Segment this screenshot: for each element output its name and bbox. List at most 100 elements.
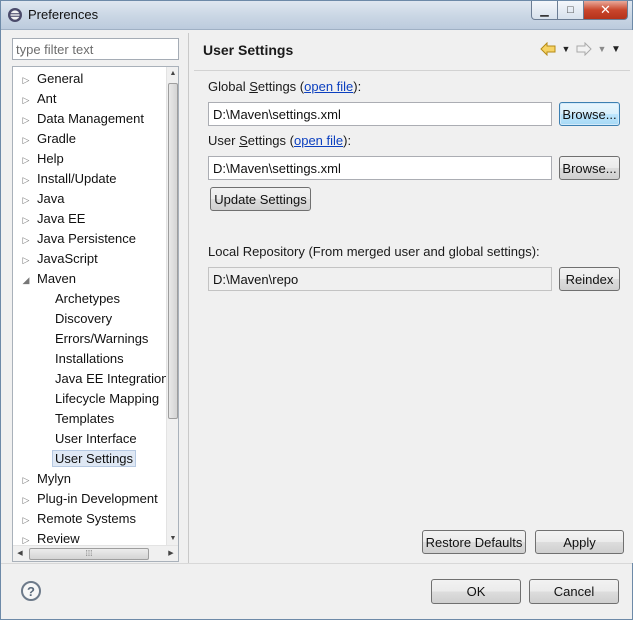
update-settings-button[interactable]: Update Settings [210,187,311,211]
cancel-button[interactable]: Cancel [529,579,619,604]
local-repository-input[interactable] [208,267,552,291]
maximize-button[interactable]: □ [558,1,584,20]
tree-item-label: Errors/Warnings [55,331,149,346]
page-title: User Settings [203,42,294,58]
global-settings-path-input[interactable] [208,102,552,126]
tree-item[interactable]: ▷ Mylyn [21,469,71,489]
scroll-down-icon[interactable]: ▼ [167,532,178,546]
user-browse-button[interactable]: Browse... [559,156,620,180]
apply-button[interactable]: Apply [535,530,624,554]
scroll-right-icon[interactable]: ▶ [164,546,178,561]
preferences-window: Preferences ▁ □ ✕ ▷ General ▷ Ant ▷ Data Mana… [0,0,633,620]
tree-item[interactable]: ▷ Help [21,149,64,169]
tree-item[interactable]: ▷ Remote Systems [21,509,136,529]
collapsed-chevron-icon[interactable]: ▷ [21,490,31,510]
forward-button[interactable] [573,40,595,58]
tree-child-item[interactable]: Installations [55,349,124,369]
ok-button[interactable]: OK [431,579,521,604]
tree-item[interactable]: ▷ JavaScript [21,249,98,269]
horizontal-scroll-thumb[interactable]: ⁞⁞⁞ [29,548,149,560]
back-menu-chevron-down-icon[interactable]: ▼ [561,40,571,58]
collapsed-chevron-icon[interactable]: ▷ [21,170,31,190]
tree-item-label: Java EE [37,211,86,226]
user-settings-path-input[interactable] [208,156,552,180]
tree-child-item[interactable]: Discovery [55,309,112,329]
tree-item[interactable]: ▷ Data Management [21,109,144,129]
tree-item[interactable]: ◢ Maven [21,269,77,290]
panel-divider[interactable] [188,33,189,563]
collapsed-chevron-icon[interactable]: ▷ [21,250,31,270]
expanded-chevron-icon[interactable]: ◢ [21,270,31,290]
tree-item-label: Discovery [55,311,113,326]
tree-child-item[interactable]: Lifecycle Mapping [55,389,159,409]
user-settings-label: User Settings (open file): [208,133,352,148]
restore-defaults-button[interactable]: Restore Defaults [422,530,526,554]
collapsed-chevron-icon[interactable]: ▷ [21,210,31,230]
tree-child-item[interactable]: Templates [55,409,114,429]
tree-item[interactable]: ▷ Install/Update [21,169,117,189]
tree-item-label: Remote Systems [37,511,136,526]
tree-item[interactable]: ▷ Gradle [21,129,77,150]
tree-horizontal-scrollbar[interactable]: ◀ ⁞⁞⁞ ▶ [13,545,178,561]
view-menu-icon[interactable]: ▼ [609,40,623,58]
preference-page: User Settings ▼ ▼ ▼ Global Settings (ope… [190,30,633,563]
tree-item[interactable]: ▷ Java Persistence [21,229,136,249]
back-arrow-icon [540,42,556,56]
collapsed-chevron-icon[interactable]: ▷ [21,70,31,90]
tree-item-label: Java EE Integration [55,371,169,386]
tree-vertical-scrollbar[interactable]: ▲ ▼ [166,67,178,546]
back-button[interactable] [537,40,559,58]
close-icon: ✕ [600,2,611,17]
tree-item-label: Ant [37,91,57,106]
minimize-button[interactable]: ▁ [531,1,558,20]
tree-item-label: Templates [55,411,115,426]
tree-child-item[interactable]: Java EE Integration [55,369,168,389]
tree-item-label: Installations [55,351,124,366]
close-button[interactable]: ✕ [584,1,628,20]
tree-item-label: User Interface [55,431,137,446]
scroll-thumb[interactable] [168,83,178,419]
window-title: Preferences [28,7,99,22]
title-bar[interactable]: Preferences ▁ □ ✕ [1,1,632,30]
tree-item[interactable]: ▷ Plug-in Development [21,489,158,509]
tree-item-label: Plug-in Development [37,491,158,506]
tree-item-label: User Settings [52,450,137,467]
tree-item-label: Gradle [37,131,77,146]
tree-item-label: Java Persistence [37,231,136,246]
user-settings-open-file-link[interactable]: open file [294,133,343,148]
tree-item[interactable]: ▷ Ant [21,89,57,109]
filter-input[interactable] [12,38,179,60]
help-icon[interactable]: ? [21,581,41,601]
tree-child-item[interactable]: User Interface [55,429,137,449]
tree-item[interactable]: ▷ Java EE [21,209,86,230]
scroll-left-icon[interactable]: ◀ [13,546,27,561]
tree-item-label: Archetypes [55,291,121,306]
global-settings-open-file-link[interactable]: open file [304,79,353,94]
collapsed-chevron-icon[interactable]: ▷ [21,230,31,250]
collapsed-chevron-icon[interactable]: ▷ [21,90,31,110]
tree-item-label: Maven [37,271,77,286]
tree-child-item[interactable]: Archetypes [55,289,120,309]
collapsed-chevron-icon[interactable]: ▷ [21,510,31,530]
reindex-button[interactable]: Reindex [559,267,620,291]
forward-menu-chevron-down-icon[interactable]: ▼ [597,40,607,58]
collapsed-chevron-icon[interactable]: ▷ [21,150,31,170]
global-browse-button[interactable]: Browse... [559,102,620,126]
collapsed-chevron-icon[interactable]: ▷ [21,130,31,150]
title-separator [194,70,630,71]
collapsed-chevron-icon[interactable]: ▷ [21,190,31,210]
collapsed-chevron-icon[interactable]: ▷ [21,470,31,490]
tree-item-label: General [37,71,84,86]
eclipse-icon [8,8,22,22]
minimize-icon: ▁ [540,4,549,17]
tree-item-label: Install/Update [37,171,117,186]
tree-child-item[interactable]: Errors/Warnings [55,329,148,349]
collapsed-chevron-icon[interactable]: ▷ [21,110,31,130]
tree-child-item[interactable]: User Settings [52,449,137,469]
maximize-icon: □ [567,4,574,16]
tree-item[interactable]: ▷ Java [21,189,65,210]
tree-item-label: Data Management [37,111,144,126]
local-repository-label: Local Repository (From merged user and g… [208,244,540,259]
scroll-up-icon[interactable]: ▲ [167,67,178,81]
tree-item[interactable]: ▷ General [21,69,84,90]
